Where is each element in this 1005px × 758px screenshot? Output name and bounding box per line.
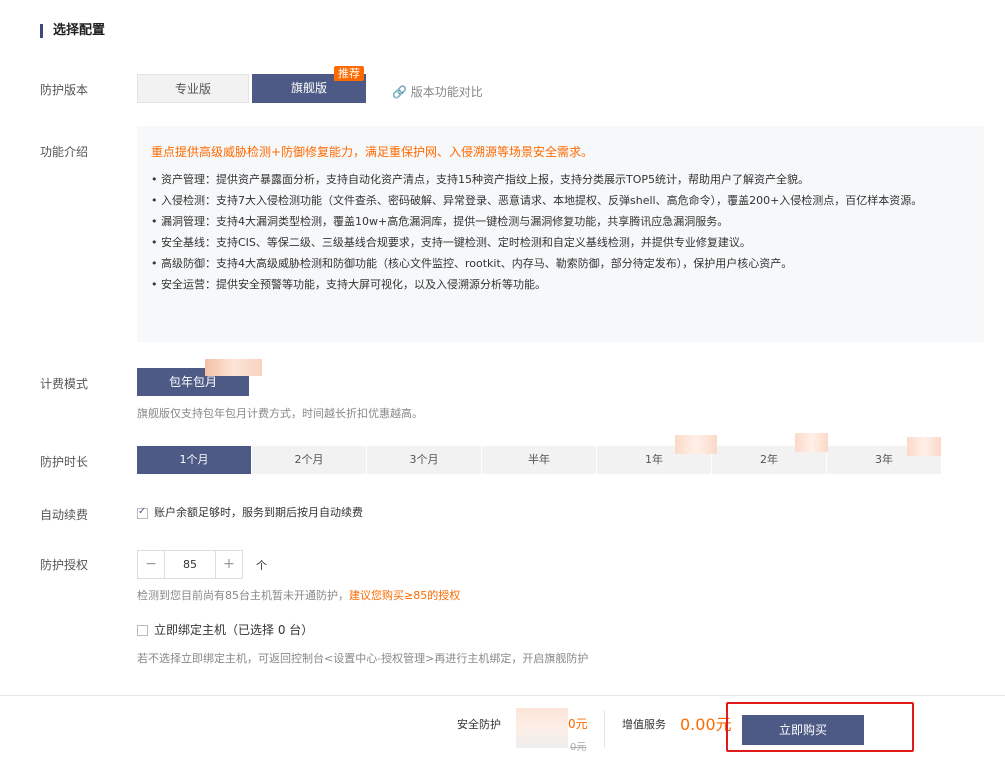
- duration-half-year[interactable]: 半年: [482, 446, 597, 474]
- redacted-badge: [795, 433, 828, 452]
- features-label: 功能介绍: [40, 145, 89, 159]
- feature-panel: 重点提供高级威胁检测+防御修复能力，满足重保护网、入侵溯源等场景安全需求。 资产…: [137, 126, 984, 342]
- license-stepper: − 85 +: [137, 550, 243, 579]
- protection-original-price: 0元: [570, 742, 587, 753]
- redacted-price: [516, 708, 568, 748]
- value-added-label: 增值服务: [622, 718, 666, 731]
- increment-button[interactable]: +: [216, 551, 242, 578]
- feature-item: 安全基线：支持CIS、等保二级、三级基线合规要求，支持一键检测、定时检测和自定义…: [151, 235, 970, 251]
- license-note: 检测到您目前尚有85台主机暂未开通防护，建议您购买≥85的授权: [137, 587, 460, 603]
- auto-renew-option[interactable]: 账户余额足够时，服务到期后按月自动续费: [137, 504, 363, 520]
- billing-label: 计费模式: [40, 377, 89, 391]
- version-label: 防护版本: [40, 83, 89, 97]
- license-suggest-link[interactable]: 建议您购买≥85的授权: [349, 589, 460, 602]
- license-note-text: 检测到您目前尚有85台主机暂未开通防护，: [137, 589, 349, 602]
- footer-divider: [604, 710, 605, 748]
- bind-host-option[interactable]: 立即绑定主机（已选择 0 台）: [137, 621, 313, 638]
- license-quantity-input[interactable]: 85: [164, 551, 216, 578]
- value-added-price: 0.00元: [680, 715, 732, 734]
- redacted-badge: [907, 437, 941, 456]
- bind-host-text: 立即绑定主机（已选择 0 台）: [154, 623, 314, 637]
- feature-item: 高级防御：支持4大高级威胁检测和防御功能（核心文件监控、rootkit、内存马、…: [151, 256, 970, 272]
- feature-item: 入侵检测：支持7大入侵检测功能（文件查杀、密码破解、异常登录、恶意请求、本地提权…: [151, 193, 970, 209]
- highlight-box: [726, 702, 914, 752]
- redacted-badge: [205, 359, 262, 376]
- feature-item: 安全运营：提供安全预警等功能，支持大屏可视化，以及入侵溯源分析等功能。: [151, 277, 970, 293]
- billing-note: 旗舰版仅支持包年包月计费方式，时间越长折扣优惠越高。: [137, 407, 423, 420]
- auto-renew-text: 账户余额足够时，服务到期后按月自动续费: [154, 506, 363, 519]
- duration-3-month[interactable]: 3个月: [367, 446, 482, 474]
- duration-1-month[interactable]: 1个月: [137, 446, 252, 474]
- version-option-pro[interactable]: 专业版: [137, 74, 249, 103]
- protection-price: 0元: [568, 717, 588, 731]
- license-label: 防护授权: [40, 558, 89, 572]
- recommend-badge: 推荐: [334, 66, 364, 81]
- auto-renew-label: 自动续费: [40, 508, 89, 522]
- compare-link-text: 版本功能对比: [410, 85, 483, 99]
- feature-item: 资产管理：提供资产暴露面分析，支持自动化资产清点，支持15种资产指纹上报，支持分…: [151, 172, 970, 188]
- feature-item: 漏洞管理：支持4大漏洞类型检测，覆盖10w+高危漏洞库，提供一键检测与漏洞修复功…: [151, 214, 970, 230]
- auto-renew-checkbox[interactable]: [137, 506, 148, 519]
- protection-price-label: 安全防护: [457, 718, 501, 731]
- compare-link[interactable]: 🔗 版本功能对比: [392, 83, 483, 100]
- bind-host-note: 若不选择立即绑定主机，可返回控制台<设置中心-授权管理>再进行主机绑定，开启旗舰…: [137, 652, 589, 665]
- license-unit: 个: [256, 559, 267, 572]
- section-title: 选择配置: [40, 24, 105, 38]
- duration-2-month[interactable]: 2个月: [252, 446, 367, 474]
- bind-host-checkbox[interactable]: [137, 625, 148, 636]
- feature-headline: 重点提供高级威胁检测+防御修复能力，满足重保护网、入侵溯源等场景安全需求。: [151, 145, 594, 159]
- decrement-button[interactable]: −: [138, 551, 164, 578]
- link-icon: 🔗: [392, 85, 407, 99]
- duration-label: 防护时长: [40, 455, 89, 469]
- redacted-badge: [675, 435, 717, 454]
